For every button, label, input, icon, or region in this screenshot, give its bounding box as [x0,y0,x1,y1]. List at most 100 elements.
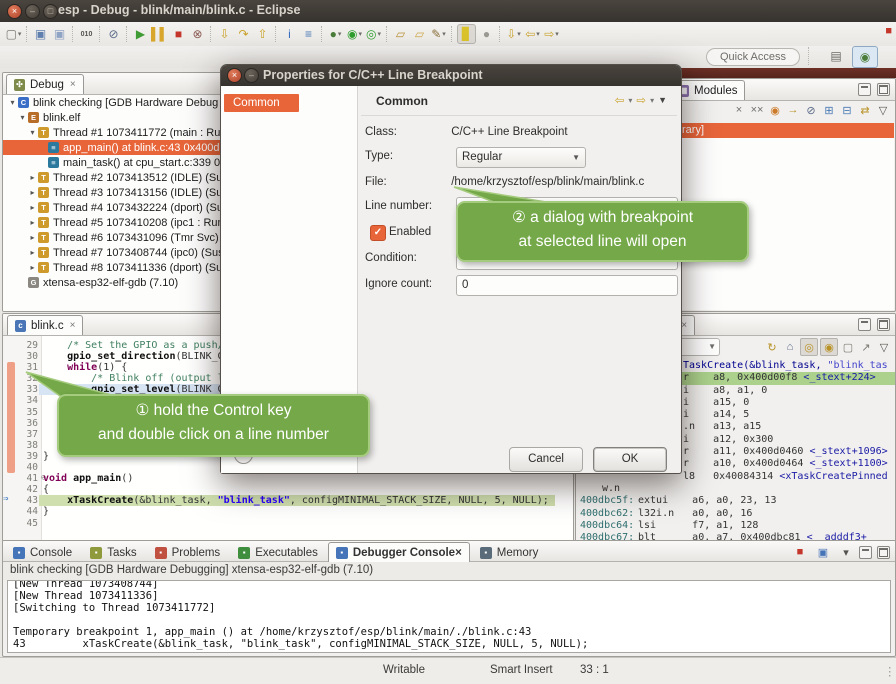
skip-breakpoints-icon[interactable]: ⊘ [105,25,122,43]
tree-expander-icon[interactable]: ▾ [17,113,28,122]
tab-tasks[interactable]: ▪Tasks [82,542,144,563]
maximize-view-icon[interactable] [877,318,890,331]
minimize-view-icon[interactable] [858,318,871,331]
line-number[interactable]: 44 [15,506,38,517]
tab-debugger-console[interactable]: ▪Debugger Console× [328,542,470,562]
back-icon[interactable]: ⇦ [615,93,625,107]
cpp-perspective-icon[interactable]: ▤ [824,46,848,66]
suspend-icon[interactable]: ▌▌ [151,25,168,43]
tree-expander-icon[interactable]: ▾ [7,98,18,107]
show-source-icon[interactable]: ◉ [820,338,838,356]
show-threads-icon[interactable]: ≡ [300,25,317,43]
debug-icon[interactable]: ●▾ [327,25,344,43]
resume-icon[interactable]: ▶ [132,25,149,43]
maximize-view-icon[interactable] [877,83,890,96]
chevron-down-icon[interactable]: ▼ [708,339,716,355]
remove-all-icon[interactable]: ×× [749,102,765,118]
view-menu-icon[interactable]: ▽ [876,339,892,355]
tab-close-icon[interactable]: × [455,547,462,559]
minimize-view-icon[interactable] [858,83,871,96]
tree-expander-icon[interactable]: ▸ [27,263,38,272]
view-menu-icon[interactable]: ▽ [875,102,891,118]
tab-blink-c[interactable]: c blink.c × [7,315,83,335]
line-number[interactable]: 43 [15,495,38,506]
line-number[interactable]: 40 [15,462,38,473]
link-debug-icon[interactable]: ⇄ [857,102,873,118]
tree-expander-icon[interactable]: ▸ [27,218,38,227]
filter-icon[interactable]: ◉ [767,102,783,118]
tree-expander-icon[interactable]: ▾ [27,128,38,137]
profile-icon[interactable]: ◎▾ [365,25,382,43]
annotate-icon[interactable]: ✎▾ [430,25,447,43]
terminate-console-icon[interactable]: ■ [792,544,808,560]
save-all-icon[interactable]: ▣ [51,25,68,43]
save-icon[interactable]: ▣ [32,25,49,43]
show-opcodes-icon[interactable]: ◎ [800,338,818,356]
step-return-icon[interactable]: ⇧ [254,25,271,43]
dialog-close-icon[interactable]: × [227,68,242,83]
debug-perspective-icon[interactable]: ◉ [852,46,878,68]
back-icon[interactable]: ⇦▾ [524,25,541,43]
view-menu-icon[interactable]: ▼ [658,95,667,105]
tab-memory[interactable]: ▪Memory [472,542,547,563]
line-number[interactable]: 35 [15,407,38,418]
new-view-icon[interactable]: ▢ [840,339,856,355]
step-over-icon[interactable]: ↷ [235,25,252,43]
tab-close-icon[interactable]: × [70,79,76,90]
toggle-mark-icon[interactable]: ● [478,25,495,43]
instruction-stepping-icon[interactable]: i [281,25,298,43]
window-minimize-icon[interactable]: – [25,4,40,19]
refresh-icon[interactable]: ↻ [764,339,780,355]
line-number[interactable]: 29 [15,340,38,351]
line-number[interactable]: 39 [15,451,38,462]
last-edit-location-icon[interactable]: ⇩▾ [505,25,522,43]
toolbar-overflow-icon[interactable]: ■ [885,25,892,37]
run-icon[interactable]: ◉▾ [346,25,363,43]
tab-close-icon[interactable]: × [70,320,76,331]
line-number[interactable]: 36 [15,418,38,429]
open-folder-icon[interactable]: ▱ [392,25,409,43]
line-number[interactable]: 38 [15,440,38,451]
tree-expander-icon[interactable]: ▸ [27,248,38,257]
collapse-all-icon[interactable]: ⊟ [839,102,855,118]
tab-executables[interactable]: ▪Executables [230,542,326,563]
minimize-view-icon[interactable] [859,546,872,559]
line-number[interactable]: 45 [15,518,38,529]
console-menu-icon[interactable]: ▾ [838,544,854,560]
line-number[interactable]: 41 [15,473,38,484]
line-number[interactable]: 30 [15,351,38,362]
enabled-checkbox[interactable]: ✓ [370,225,386,241]
line-number[interactable]: 42 [15,484,38,495]
window-close-icon[interactable]: × [7,4,22,19]
forward-icon[interactable]: ⇨ [636,93,646,107]
ignore-count-input[interactable]: 0 [456,275,678,296]
tab-debug[interactable]: ✣ Debug × [6,74,84,94]
quick-access-button[interactable]: Quick Access [706,48,800,66]
terminate-icon[interactable]: ■ [170,25,187,43]
cancel-button[interactable]: Cancel [509,447,583,472]
skip-all-icon[interactable]: ⊘ [803,102,819,118]
sidebar-item-common[interactable]: Common [224,94,299,112]
modules-selected-row[interactable]: rary] [668,123,894,138]
new-wizard-icon[interactable]: ▢▾ [5,25,22,43]
window-maximize-icon[interactable]: □ [43,4,58,19]
display-console-icon[interactable]: ▣ [815,544,831,560]
step-into-icon[interactable]: ⇩ [216,25,233,43]
dialog-minimize-icon[interactable]: – [244,68,259,83]
line-number[interactable]: 37 [15,429,38,440]
type-combo[interactable]: Regular ▼ [456,147,586,168]
back-menu-icon[interactable]: ▾ [628,96,632,105]
tab-problems[interactable]: ▪Problems [147,542,229,563]
highlight-icon[interactable]: ▊ [457,24,476,44]
open-resource-icon[interactable]: ▱ [411,25,428,43]
tab-close-icon[interactable]: × [681,320,687,331]
console-output[interactable]: [New Thread 1073408744][New Thread 10734… [7,580,891,653]
expand-all-icon[interactable]: ⊞ [821,102,837,118]
maximize-view-icon[interactable] [877,546,890,559]
export-icon[interactable]: ↗ [858,339,874,355]
forward-icon[interactable]: ⇨▾ [543,25,560,43]
tree-expander-icon[interactable]: ▸ [27,203,38,212]
disconnect-icon[interactable]: ⊗ [189,25,206,43]
ok-button[interactable]: OK [593,447,667,472]
forward-menu-icon[interactable]: ▾ [650,96,654,105]
